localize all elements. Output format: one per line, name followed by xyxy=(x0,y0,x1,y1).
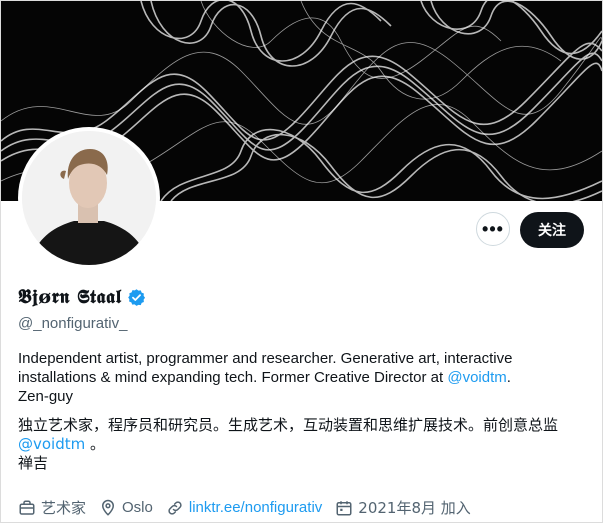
more-button[interactable]: ••• xyxy=(476,212,510,246)
bio-chinese: 独立艺术家，程序员和研究员。生成艺术，互动装置和思维扩展技术。前创意总监 @vo… xyxy=(18,416,593,473)
meta-location: Oslo xyxy=(99,499,153,517)
display-name: 𝕭𝖏ø𝖗𝖓 𝕾𝖙𝖆𝖆𝖑 xyxy=(18,286,122,308)
link-icon xyxy=(168,500,182,515)
follow-button[interactable]: 关注 xyxy=(520,212,584,248)
avatar[interactable] xyxy=(22,131,156,265)
mention-link[interactable]: @voidtm xyxy=(447,369,506,386)
verified-badge-icon[interactable] xyxy=(127,288,146,307)
bio-zh-zen: 禅吉 xyxy=(18,454,49,472)
bio-english: Independent artist, programmer and resea… xyxy=(18,349,593,406)
bio-zh-text: 独立艺术家，程序员和研究员。生成艺术，互动装置和思维扩展技术。前创意总监 xyxy=(18,416,559,434)
website-link[interactable]: linktr.ee/nonfigurativ xyxy=(189,499,322,516)
bio-zh-period: 。 xyxy=(85,435,106,453)
meta-website: linktr.ee/nonfigurativ xyxy=(166,499,322,517)
briefcase-icon xyxy=(19,500,35,515)
bio-en-text: Independent artist, programmer and resea… xyxy=(18,350,513,386)
category-text: 艺术家 xyxy=(41,499,87,517)
calendar-icon xyxy=(336,500,352,515)
more-icon: ••• xyxy=(482,218,504,239)
bio-en-zen: Zen-guy xyxy=(18,388,74,405)
location-text: Oslo xyxy=(122,499,153,516)
bio-en-period: . xyxy=(506,369,511,386)
location-pin-icon xyxy=(102,499,115,516)
name-row: 𝕭𝖏ø𝖗𝖓 𝕾𝖙𝖆𝖆𝖑 xyxy=(18,286,146,308)
mention-link-zh[interactable]: @voidtm xyxy=(18,435,85,453)
avatar-portrait xyxy=(22,131,156,265)
avatar-border xyxy=(18,127,160,269)
user-handle: @_nonfigurativ_ xyxy=(18,315,128,332)
meta-joined: 2021年8月 加入 xyxy=(335,497,471,518)
follow-button-label: 关注 xyxy=(538,223,566,239)
meta-category: 艺术家 xyxy=(18,497,86,518)
profile-meta: 艺术家 Oslo linktr.ee/nonfigurativ 2021年8月 … xyxy=(18,497,484,518)
joined-text: 2021年8月 加入 xyxy=(358,499,471,517)
